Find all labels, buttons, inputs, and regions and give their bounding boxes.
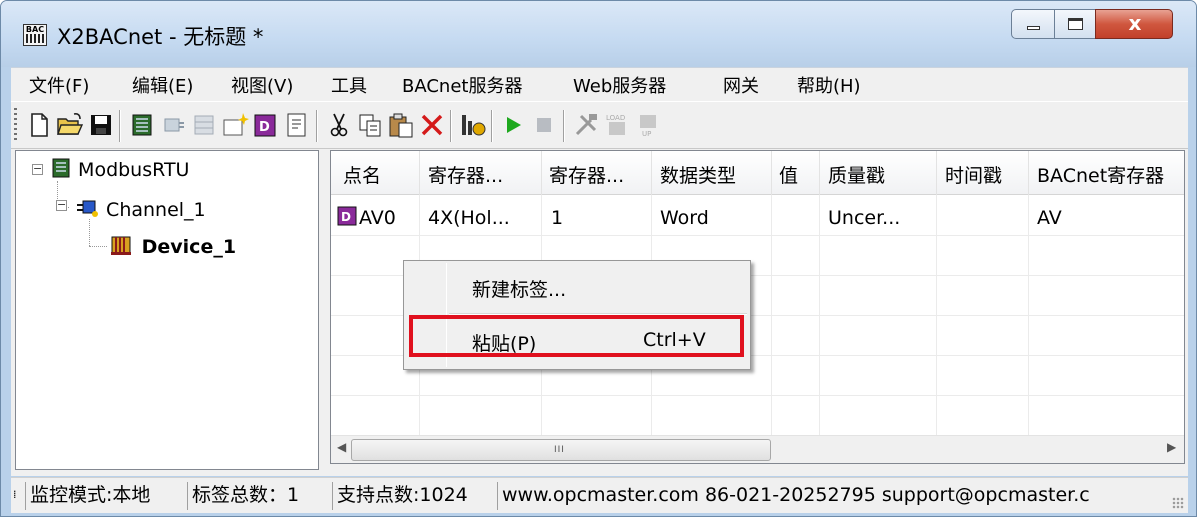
column-header[interactable]: 寄存器... (549, 161, 649, 188)
tree-label-root: ModbusRTU (78, 159, 190, 181)
collapse-toggle[interactable]: − (56, 199, 67, 211)
scroll-thumb[interactable]: III (351, 439, 771, 461)
column-header[interactable]: 质量戳 (828, 161, 885, 188)
minimize-button[interactable] (1011, 9, 1055, 39)
toolbar-grip[interactable] (14, 108, 17, 142)
cut-icon[interactable] (325, 111, 353, 139)
svg-text:D: D (259, 120, 270, 135)
column-header[interactable]: 数据类型 (660, 161, 736, 188)
close-icon: x (1128, 11, 1142, 35)
channel-icon (77, 200, 98, 217)
toolbar: D LOAD UP (11, 101, 1188, 149)
bacnet-register-cell: AV (1037, 207, 1062, 229)
svg-text:LOAD: LOAD (606, 114, 625, 122)
minimize-icon (1027, 26, 1040, 30)
tree-label-channel: Channel_1 (106, 199, 206, 221)
properties-icon[interactable] (283, 111, 311, 139)
window-title: X2BACnet - 无标题 * (57, 25, 264, 49)
menu-gateway[interactable]: 网关 (723, 72, 759, 98)
device-icon (111, 236, 131, 255)
column-header[interactable]: 点名 (343, 161, 381, 188)
load-icon[interactable]: LOAD (603, 111, 631, 139)
scroll-left-icon[interactable]: ◀ (337, 440, 346, 454)
column-header[interactable]: 寄存器... (428, 161, 538, 188)
maximize-button[interactable] (1054, 9, 1096, 39)
upload-icon[interactable]: UP (634, 111, 662, 139)
quality-cell: Uncer... (828, 207, 901, 229)
collapse-toggle[interactable]: − (32, 163, 43, 175)
menu-item-new-tag[interactable]: 新建标签... (407, 269, 747, 305)
close-button[interactable]: x (1095, 9, 1173, 39)
menu-bacnet-server[interactable]: BACnet服务器 (402, 72, 522, 98)
delete-icon[interactable] (418, 111, 446, 139)
tools-icon[interactable] (572, 111, 600, 139)
tree-label-device: Device_1 (141, 236, 237, 258)
menu-web-server[interactable]: Web服务器 (573, 72, 666, 98)
status-point-capacity: 支持点数:1024 (332, 482, 495, 510)
register-address-cell: 1 (551, 207, 564, 229)
column-header[interactable]: 值 (779, 161, 798, 188)
add-bacnet-icon[interactable]: D (252, 111, 280, 139)
tree-node-channel[interactable]: Channel_1 (74, 197, 206, 221)
scroll-right-icon[interactable]: ▶ (1167, 440, 1176, 454)
run-icon[interactable] (499, 111, 527, 139)
paste-icon[interactable] (387, 111, 415, 139)
status-grip: ⁞ (13, 488, 17, 501)
bacnet-tag-icon: D (337, 206, 357, 226)
tag-name-cell[interactable]: D AV0 (337, 205, 396, 229)
menu-help[interactable]: 帮助(H) (797, 72, 861, 98)
save-icon[interactable] (87, 111, 115, 139)
menu-tools[interactable]: 工具 (331, 72, 367, 98)
copy-icon[interactable] (356, 111, 384, 139)
add-group-icon[interactable] (190, 111, 218, 139)
status-monitor-mode: 监控模式:本地 (25, 482, 185, 510)
list-header: 点名 寄存器... 寄存器... 数据类型 值 质量戳 时间戳 BACnet寄存… (331, 151, 1184, 195)
menu-edit[interactable]: 编辑(E) (132, 72, 193, 98)
scroll-grip: III (554, 445, 565, 455)
status-contact-info: www.opcmaster.com 86-021-20252795 suppor… (497, 482, 1164, 510)
open-folder-icon[interactable] (56, 111, 84, 139)
app-icon-label: BAC (25, 25, 45, 34)
app-window: BAC X2BACnet - 无标题 * x 文件(F) 编辑(E) 视图(V)… (0, 0, 1197, 517)
tree-node-modbusrtu[interactable]: ModbusRTU (50, 157, 189, 181)
modbus-icon (52, 158, 70, 178)
menu-file[interactable]: 文件(F) (29, 72, 89, 98)
resize-grip[interactable] (1172, 497, 1184, 509)
status-bar: ⁞ 监控模式:本地 标签总数：1 支持点数:1024 www.opcmaster… (11, 477, 1188, 513)
status-tag-count: 标签总数：1 (187, 482, 330, 510)
maximize-icon (1068, 18, 1083, 30)
menu-item-label: 新建标签... (472, 279, 567, 301)
title-bar[interactable]: BAC X2BACnet - 无标题 * x (1, 1, 1196, 67)
register-cell: 4X(Hol... (428, 207, 510, 229)
add-device-icon[interactable] (128, 111, 156, 139)
highlight-box (409, 315, 744, 357)
stop-icon[interactable] (530, 111, 558, 139)
column-header[interactable]: BACnet寄存器 (1037, 161, 1184, 188)
column-header[interactable]: 时间戳 (945, 161, 1002, 188)
horizontal-scrollbar[interactable]: ◀ III ▶ (331, 435, 1184, 463)
add-tag-icon[interactable] (221, 111, 249, 139)
cell-text: AV0 (359, 207, 396, 229)
device-tree[interactable]: − ModbusRTU − Channel_1 Device_1 (15, 150, 319, 470)
app-icon: BAC (23, 24, 47, 46)
data-type-cell: Word (660, 207, 709, 229)
new-file-icon[interactable] (25, 111, 53, 139)
svg-text:UP: UP (642, 130, 651, 138)
tree-node-device[interactable]: Device_1 (109, 234, 236, 258)
menu-bar: 文件(F) 编辑(E) 视图(V) 工具 BACnet服务器 Web服务器 网关… (11, 67, 1188, 101)
add-channel-icon[interactable] (159, 111, 187, 139)
menu-view[interactable]: 视图(V) (231, 72, 293, 98)
svg-text:D: D (341, 210, 351, 224)
tag-wizard-icon[interactable] (459, 111, 487, 139)
